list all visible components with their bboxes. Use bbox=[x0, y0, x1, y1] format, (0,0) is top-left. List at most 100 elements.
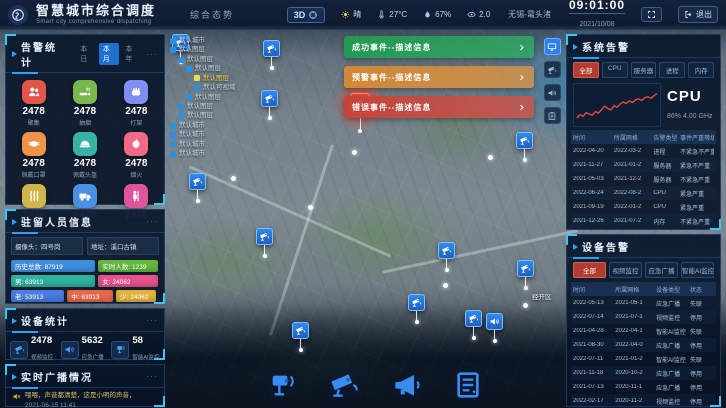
system-alarm-tab[interactable]: 全部 bbox=[573, 62, 599, 78]
toolbar-button[interactable] bbox=[448, 366, 488, 404]
date-value: 2021/10/08 bbox=[579, 21, 614, 28]
map-device-marker[interactable] bbox=[516, 132, 533, 162]
alarm-count: 2478 bbox=[125, 158, 147, 169]
map-device-marker[interactable] bbox=[438, 242, 455, 272]
table-row[interactable]: 2021-11-182020-10-2 应急广播停用 bbox=[571, 366, 716, 380]
cpu-stat: 86% 4.00 GHz bbox=[667, 113, 713, 120]
fullscreen-button[interactable] bbox=[641, 7, 662, 22]
visibility: 2.0 bbox=[467, 10, 490, 19]
table-row[interactable]: 2021-04-282022-04-1 智能AI监控失联 bbox=[571, 324, 716, 338]
layer-tree-item[interactable]: 默认城市 bbox=[170, 130, 236, 139]
map-device-marker[interactable] bbox=[256, 228, 273, 258]
layer-tree-item[interactable]: 默认城市 bbox=[170, 140, 236, 149]
toolbar-button[interactable] bbox=[262, 366, 302, 404]
table-row[interactable]: 2022-04-202022-03-2 进程不紧急不严重 bbox=[571, 144, 716, 158]
layer-tree-item[interactable]: 默认可视域 bbox=[170, 83, 236, 92]
layer-tree-item[interactable]: 默认图层 bbox=[170, 74, 236, 83]
table-row[interactable]: 2021-11-272021-01-2 服务器紧急不严重 bbox=[571, 158, 716, 172]
personnel-info-panel: 驻留人员信息 ··· 摄像头：四号岗 地址：溪口古镇 历史总数: 87919 实… bbox=[5, 209, 165, 304]
map-device-marker[interactable] bbox=[263, 40, 280, 70]
layer-icon bbox=[170, 123, 176, 129]
rail-tool[interactable] bbox=[544, 107, 561, 124]
layer-tree-item[interactable]: 默认图层 bbox=[170, 102, 236, 111]
layer-tree-item[interactable]: 默认图层 bbox=[170, 111, 236, 120]
alarm-stat-item[interactable]: 2478 佩戴头盔 bbox=[59, 129, 110, 181]
more-menu[interactable]: ··· bbox=[146, 219, 158, 224]
view-3d-toggle[interactable]: 3D bbox=[287, 7, 326, 23]
map-device-marker[interactable] bbox=[189, 173, 206, 203]
toolbar-button[interactable] bbox=[386, 366, 426, 404]
toolbar-button[interactable] bbox=[324, 366, 364, 404]
system-alarm-tab[interactable]: 服务器 bbox=[631, 62, 657, 78]
map-device-marker[interactable] bbox=[486, 313, 503, 343]
event-banner[interactable]: 成功事件--描述信息 bbox=[344, 36, 534, 58]
table-row[interactable]: 2021-12-262021-07-2 内存不紧急严重 bbox=[571, 214, 716, 228]
speaker-icon bbox=[12, 392, 21, 401]
table-row[interactable]: 2022-05-132021-05-1 应急广播失联 bbox=[571, 296, 716, 310]
layer-tree-item[interactable]: 默认图层 bbox=[170, 45, 236, 54]
smart-city-dashboard: 默认城市 默认图层 默认图层 默认图层 默认图层 bbox=[0, 0, 726, 408]
device-stat-item[interactable]: 58 智能AI监控 bbox=[111, 336, 160, 364]
table-row[interactable]: 2021-07-132020-11-1 应急广播停用 bbox=[571, 380, 716, 394]
cctv-camera-icon bbox=[328, 369, 360, 401]
device-alarm-tab[interactable]: 应急广播 bbox=[645, 262, 678, 278]
alarm-stat-item[interactable]: 2478 打架 bbox=[111, 77, 162, 129]
alarm-period-tab[interactable]: 本日 bbox=[76, 43, 97, 65]
map-point-dot bbox=[523, 303, 528, 308]
ptz-camera-icon bbox=[115, 344, 126, 355]
chevron-right-icon bbox=[517, 73, 526, 82]
more-menu[interactable]: ··· bbox=[146, 52, 158, 57]
live-broadcast-panel: 实时广播情况 ··· 喂喂，声音都清楚，这是小明的声音， 2021-06-15 … bbox=[5, 364, 165, 407]
map-device-marker[interactable] bbox=[517, 260, 534, 290]
alarm-stat-item[interactable]: 2478 抽烟 bbox=[59, 77, 110, 129]
system-alarm-tab[interactable]: CPU bbox=[602, 62, 628, 78]
menu-item[interactable]: 综合态势 bbox=[190, 8, 234, 21]
map-device-marker[interactable] bbox=[292, 322, 309, 352]
map-device-marker[interactable] bbox=[408, 294, 425, 324]
map-device-marker[interactable] bbox=[261, 90, 278, 120]
more-menu[interactable]: ··· bbox=[146, 318, 158, 323]
cctv-camera-icon bbox=[441, 245, 452, 256]
layer-tree-item[interactable]: 默认图层 bbox=[170, 55, 236, 64]
cctv-camera-icon bbox=[14, 344, 25, 355]
flame-icon bbox=[129, 137, 143, 151]
table-row[interactable]: 2021-08-302022-04-0 应急广播停用 bbox=[571, 338, 716, 352]
system-alarm-tab[interactable]: 进程 bbox=[659, 62, 685, 78]
chevron-right-icon bbox=[517, 43, 526, 52]
layer-tree-item[interactable]: 默认城市 bbox=[170, 149, 236, 158]
alarm-period-tab[interactable]: 本月 bbox=[99, 43, 120, 65]
table-row[interactable]: 2022-02-172020-11-2 视频监控停用 bbox=[571, 394, 716, 408]
table-row[interactable]: 2022-07-142021-07-1 视频监控停用 bbox=[571, 310, 716, 324]
rail-tool[interactable] bbox=[544, 61, 561, 78]
device-label: 视频监控 bbox=[31, 355, 53, 361]
layer-tree-item[interactable]: 默认城市 bbox=[170, 121, 236, 130]
panel-title: 设备统计 bbox=[21, 313, 69, 328]
logout-button[interactable]: 退出 bbox=[678, 6, 718, 23]
device-stat-item[interactable]: 5632 应急广播 bbox=[61, 336, 110, 364]
personnel-stat-bar: 男: 63913 bbox=[11, 275, 95, 287]
layer-tree-item[interactable]: 默认图层 bbox=[170, 64, 236, 73]
layer-tree-item[interactable]: 默认图层 bbox=[170, 93, 236, 102]
table-row[interactable]: 2021-09-192022-01-2 CPU紧急严重 bbox=[571, 200, 716, 214]
rail-tool[interactable] bbox=[544, 84, 561, 101]
table-row[interactable]: 2022-06-242022-08-2 CPU紧急严重 bbox=[571, 186, 716, 200]
event-banner[interactable]: 错误事件--描述信息 bbox=[344, 96, 534, 118]
cpu-usage-chart bbox=[573, 83, 661, 127]
device-alarm-tab[interactable]: 视频监控 bbox=[609, 262, 642, 278]
more-menu[interactable]: ··· bbox=[146, 374, 158, 379]
layer-tree-item[interactable]: 默认城市 bbox=[170, 36, 236, 45]
table-row[interactable]: 2022-07-112021-01-2 智能AI监控失联 bbox=[571, 352, 716, 366]
table-row[interactable]: 2021-05-032021-12-2 服务器不紧急严重 bbox=[571, 172, 716, 186]
alarm-stat-item[interactable]: 2478 佩戴口罩 bbox=[8, 129, 59, 181]
system-alarm-tab[interactable]: 内存 bbox=[688, 62, 714, 78]
alarm-stat-item[interactable]: 2478 聚集 bbox=[8, 77, 59, 129]
device-alarm-tab[interactable]: 智能AI监控 bbox=[681, 262, 714, 278]
event-banner[interactable]: 预警事件--描述信息 bbox=[344, 66, 534, 88]
device-stat-item[interactable]: 2478 视频监控 bbox=[10, 336, 59, 364]
alarm-period-tab[interactable]: 本年 bbox=[121, 43, 142, 65]
device-alarm-tab[interactable]: 全部 bbox=[573, 262, 606, 278]
device-count: 58 bbox=[132, 336, 159, 346]
rail-tool[interactable] bbox=[544, 38, 561, 55]
alarm-stat-item[interactable]: 2478 烟火 bbox=[111, 129, 162, 181]
map-device-marker[interactable] bbox=[465, 310, 482, 340]
